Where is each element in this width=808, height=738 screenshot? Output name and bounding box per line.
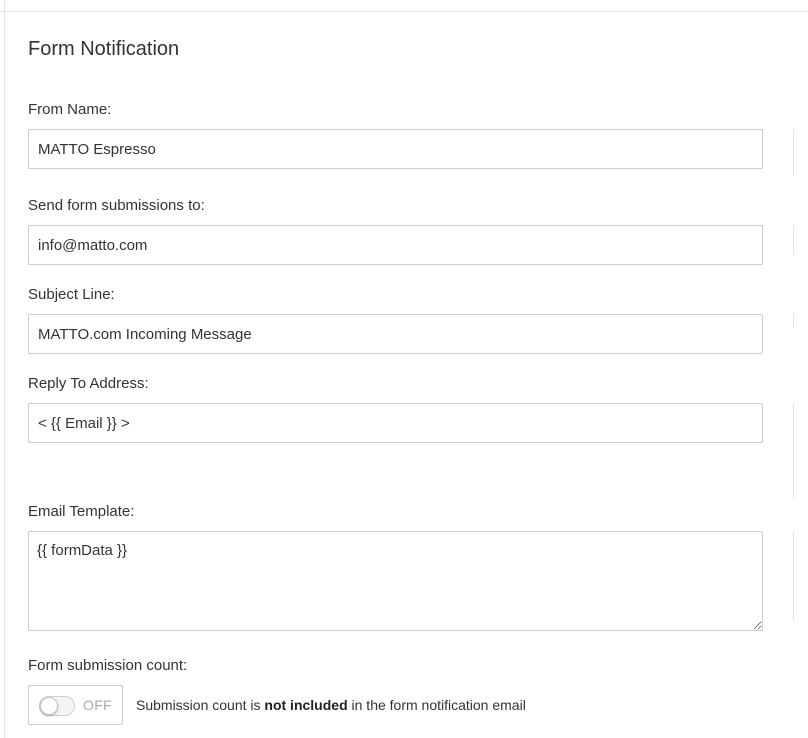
from-name-label: From Name: [28, 101, 112, 118]
description-suffix: in the form notification email [347, 697, 526, 713]
description-bold: not included [264, 697, 348, 713]
description-prefix: Submission count is [136, 697, 265, 713]
reply-to-input[interactable] [28, 403, 763, 443]
toggle-track [39, 696, 75, 716]
submission-count-toggle[interactable]: OFF [28, 685, 123, 725]
from-name-input[interactable] [28, 129, 763, 169]
subject-label: Subject Line: [28, 286, 115, 303]
section-title: Form Notification [28, 38, 180, 60]
side-divider [793, 314, 794, 328]
side-divider [793, 403, 794, 499]
subject-input[interactable] [28, 314, 763, 354]
toggle-knob [40, 697, 58, 715]
side-divider [793, 531, 794, 621]
send-to-input[interactable] [28, 225, 763, 265]
submission-count-description: Submission count is not included in the … [136, 697, 526, 713]
submission-count-label: Form submission count: [28, 657, 188, 674]
reply-to-label: Reply To Address: [28, 375, 149, 392]
send-to-label: Send form submissions to: [28, 197, 205, 214]
side-divider [793, 129, 794, 176]
top-bar [0, 0, 808, 12]
side-divider [793, 225, 794, 255]
email-template-textarea[interactable]: {{ formData }} [28, 531, 763, 631]
toggle-state-text: OFF [83, 697, 112, 713]
top-bar-divider [4, 0, 5, 12]
email-template-label: Email Template: [28, 503, 135, 520]
